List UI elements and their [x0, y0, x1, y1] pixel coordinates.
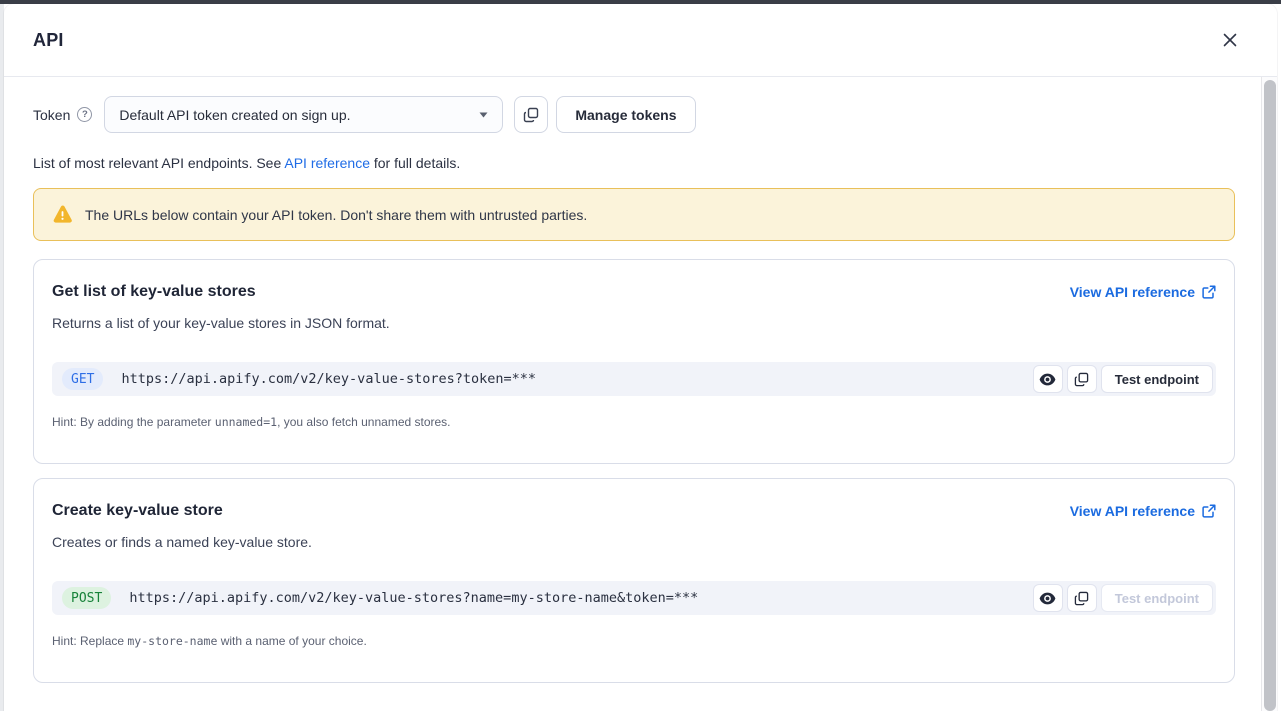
hint-before: Hint: By adding the parameter: [52, 415, 215, 429]
copy-icon: [523, 107, 539, 123]
method-badge: POST: [62, 587, 111, 609]
copy-icon: [1074, 372, 1089, 387]
api-reference-link[interactable]: API reference: [284, 155, 370, 171]
external-link-icon: [1202, 504, 1216, 518]
view-api-reference-link[interactable]: View API reference: [1070, 503, 1216, 519]
method-badge: GET: [62, 368, 103, 390]
endpoint-row: GET https://api.apify.com/v2/key-value-s…: [52, 362, 1216, 396]
card-description: Returns a list of your key-value stores …: [52, 315, 1216, 331]
test-endpoint-button[interactable]: Test endpoint: [1101, 584, 1213, 612]
close-button[interactable]: [1217, 27, 1243, 53]
token-label: Token: [33, 107, 70, 123]
card-head: Get list of key-value stores View API re…: [52, 283, 1216, 301]
card-head: Create key-value store View API referenc…: [52, 502, 1216, 520]
scrollbar-track[interactable]: [1261, 77, 1277, 711]
intro-text: List of most relevant API endpoints. See…: [33, 155, 1235, 171]
endpoint-controls: Test endpoint: [1033, 365, 1213, 393]
hint-code: unnamed=1: [215, 415, 277, 429]
endpoint-url: https://api.apify.com/v2/key-value-store…: [129, 590, 1032, 606]
endpoint-card-get-list: Get list of key-value stores View API re…: [33, 259, 1235, 464]
copy-url-button[interactable]: [1067, 365, 1097, 393]
endpoint-hint: Hint: Replace my-store-name with a name …: [52, 634, 1216, 648]
endpoint-hint: Hint: By adding the parameter unnamed=1,…: [52, 415, 1216, 429]
eye-icon: [1039, 373, 1056, 386]
warning-banner: The URLs below contain your API token. D…: [33, 188, 1235, 241]
modal-header: API: [4, 4, 1277, 77]
modal-title: API: [33, 30, 64, 51]
hint-after: with a name of your choice.: [217, 634, 366, 648]
close-icon: [1221, 31, 1239, 49]
endpoint-url: https://api.apify.com/v2/key-value-store…: [121, 371, 1032, 387]
help-icon[interactable]: ?: [77, 107, 92, 122]
view-api-reference-label: View API reference: [1070, 503, 1195, 519]
token-row: Token ? Default API token created on sig…: [33, 96, 1235, 133]
warning-icon: [52, 205, 73, 224]
manage-tokens-button[interactable]: Manage tokens: [556, 96, 695, 133]
card-title: Get list of key-value stores: [52, 283, 256, 301]
hint-after: , you also fetch unnamed stores.: [277, 415, 450, 429]
copy-token-button[interactable]: [514, 96, 548, 133]
api-modal: API Token ? Default API token created on…: [4, 4, 1277, 711]
reveal-token-button[interactable]: [1033, 584, 1063, 612]
copy-url-button[interactable]: [1067, 584, 1097, 612]
card-description: Creates or finds a named key-value store…: [52, 534, 1216, 550]
intro-after: for full details.: [370, 155, 460, 171]
external-link-icon: [1202, 285, 1216, 299]
endpoint-controls: Test endpoint: [1033, 584, 1213, 612]
view-api-reference-label: View API reference: [1070, 284, 1195, 300]
token-select[interactable]: Default API token created on sign up.: [104, 96, 503, 133]
view-api-reference-link[interactable]: View API reference: [1070, 284, 1216, 300]
card-title: Create key-value store: [52, 502, 223, 520]
endpoint-card-create-store: Create key-value store View API referenc…: [33, 478, 1235, 683]
endpoint-row: POST https://api.apify.com/v2/key-value-…: [52, 581, 1216, 615]
warning-message: The URLs below contain your API token. D…: [85, 207, 587, 223]
reveal-token-button[interactable]: [1033, 365, 1063, 393]
hint-before: Hint: Replace: [52, 634, 127, 648]
test-endpoint-button[interactable]: Test endpoint: [1101, 365, 1213, 393]
eye-icon: [1039, 592, 1056, 605]
copy-icon: [1074, 591, 1089, 606]
chevron-down-icon: [479, 112, 488, 118]
scrollbar-thumb[interactable]: [1264, 80, 1276, 711]
token-select-value: Default API token created on sign up.: [119, 107, 479, 123]
intro-before: List of most relevant API endpoints. See: [33, 155, 284, 171]
hint-code: my-store-name: [127, 634, 217, 648]
modal-body: Token ? Default API token created on sig…: [4, 77, 1277, 683]
